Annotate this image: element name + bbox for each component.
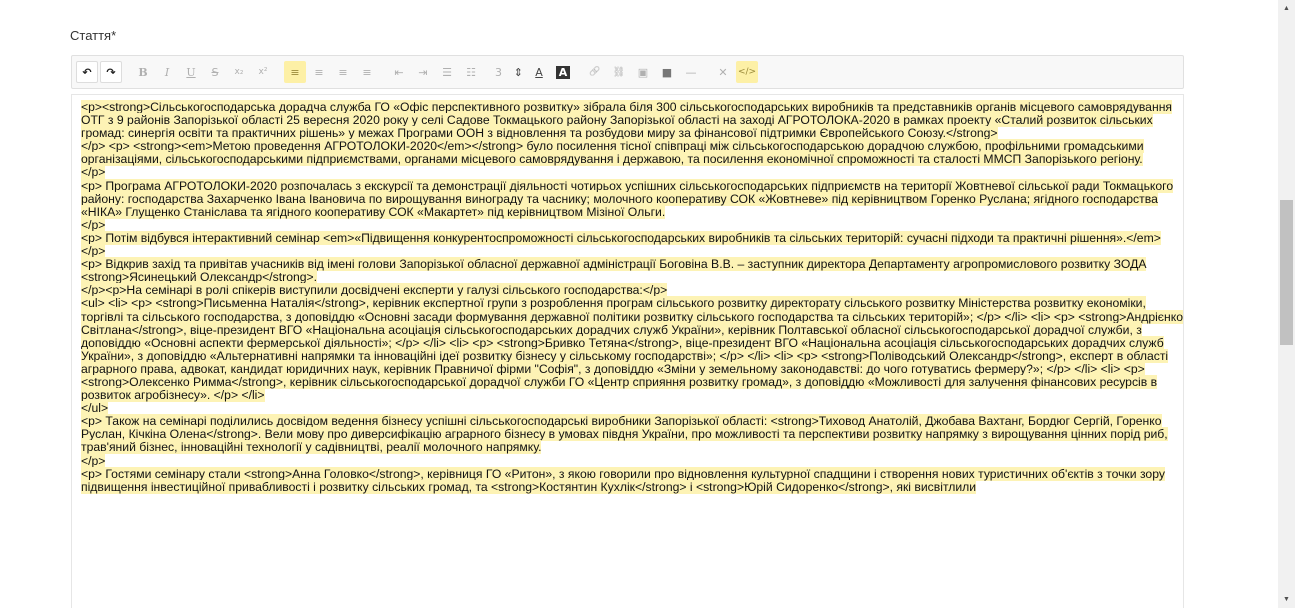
source-code-button[interactable]: </> [736,61,758,83]
scroll-up-arrow-icon[interactable]: ▲ [1278,0,1295,17]
undo-button[interactable]: ↶ [76,61,98,83]
code-line: </p> [81,165,106,180]
code-line: <p><strong>Сільськогосподарська дорадча … [81,100,1173,141]
code-line: <p> Також на семінарі поділились досвідо… [81,414,1168,455]
undo-icon: ↶ [82,65,92,79]
link-icon: 🔗 [589,67,601,77]
code-line: <p> Відкрив захід та привітав учасників … [81,257,1147,285]
align-right-button[interactable]: ≡ [332,61,354,83]
subscript-button[interactable]: x₂ [228,61,250,83]
superscript-button[interactable]: x² [252,61,274,83]
code-line: <p> Гостями семінару стали <strong>Анна … [81,466,1165,494]
bullet-list-button[interactable]: ☰ [436,61,458,83]
subscript-icon: x₂ [234,67,244,77]
horizontal-rule-button[interactable]: — [680,61,702,83]
source-code-icon: </> [737,67,757,77]
italic-icon: I [164,65,170,79]
align-left-icon: ≡ [290,65,300,79]
scrollbar-thumb[interactable] [1280,200,1293,345]
justify-icon: ≡ [362,65,372,79]
bullet-list-icon: ☰ [442,65,452,79]
indent-icon: ⇥ [418,65,428,79]
video-icon: ■ [661,65,673,79]
outdent-icon: ⇤ [394,65,404,79]
code-line: </p> [81,217,106,232]
code-line: <ul> <li> <p> <strong>Письменна Наталія<… [81,296,1184,403]
bold-icon: B [138,65,148,79]
bold-button[interactable]: B [132,61,154,83]
superscript-icon: x² [258,67,268,77]
video-button[interactable]: ■ [656,61,678,83]
background-color-button[interactable]: A [552,61,574,83]
editor-content[interactable]: <p><strong>Сільськогосподарська дорадча … [81,100,1184,494]
align-center-button[interactable]: ≡ [308,61,330,83]
horizontal-rule-icon: — [685,65,697,79]
code-line: <p> Програма АГРОТОЛОКИ-2020 розпочалась… [81,178,1174,219]
article-field-label: Стаття* [70,28,117,43]
editor-toolbar: ↶ ↷ B I U S x₂ x² ≡ ≡ ≡ ≡ ⇤ ⇥ ☰ ☷ 3 ⇕ A … [71,55,1184,89]
redo-button[interactable]: ↷ [100,61,122,83]
redo-icon: ↷ [106,65,116,79]
underline-button[interactable]: U [180,61,202,83]
page-scrollbar[interactable]: ▲ ▼ [1278,0,1295,608]
source-code-editor[interactable]: <p><strong>Сільськогосподарська дорадча … [71,94,1184,608]
align-right-icon: ≡ [338,65,348,79]
justify-button[interactable]: ≡ [356,61,378,83]
strikethrough-icon: S [211,65,219,79]
strikethrough-button[interactable]: S [204,61,226,83]
underline-icon: U [186,65,196,79]
font-size-value: 3 [495,65,502,79]
font-size-stepper-icon: ⇕ [513,65,523,79]
align-left-button[interactable]: ≡ [284,61,306,83]
clear-format-icon: ✕ [718,65,728,79]
indent-button[interactable]: ⇥ [412,61,434,83]
italic-button[interactable]: I [156,61,178,83]
code-line: </p><p>На семінарі в ролі спікерів висту… [81,283,668,298]
unlink-button[interactable]: ⛓ [608,61,630,83]
scroll-down-arrow-icon[interactable]: ▼ [1278,591,1295,608]
code-line: </p> [81,244,106,259]
code-line: </p> <p> <strong><em>Метою проведення АГ… [81,139,1144,167]
text-color-button[interactable]: A [528,61,550,83]
numbered-list-button[interactable]: ☷ [460,61,482,83]
background-color-icon: A [555,65,571,79]
form-page: Стаття* ↶ ↷ B I U S x₂ x² ≡ ≡ ≡ ≡ ⇤ ⇥ ☰ … [0,0,1278,608]
code-line: <p> Потім відбувся інтерактивний семінар… [81,230,1161,245]
code-line: </ul> [81,401,109,416]
font-size-select[interactable]: 3 ⇕ [492,61,526,83]
code-line: </p> [81,453,106,468]
text-color-icon: A [535,65,543,79]
image-button[interactable]: ▣ [632,61,654,83]
align-center-icon: ≡ [314,65,324,79]
clear-format-button[interactable]: ✕ [712,61,734,83]
link-button[interactable]: 🔗 [584,61,606,83]
unlink-icon: ⛓ [612,66,626,78]
outdent-button[interactable]: ⇤ [388,61,410,83]
image-icon: ▣ [637,65,649,79]
numbered-list-icon: ☷ [466,65,476,79]
